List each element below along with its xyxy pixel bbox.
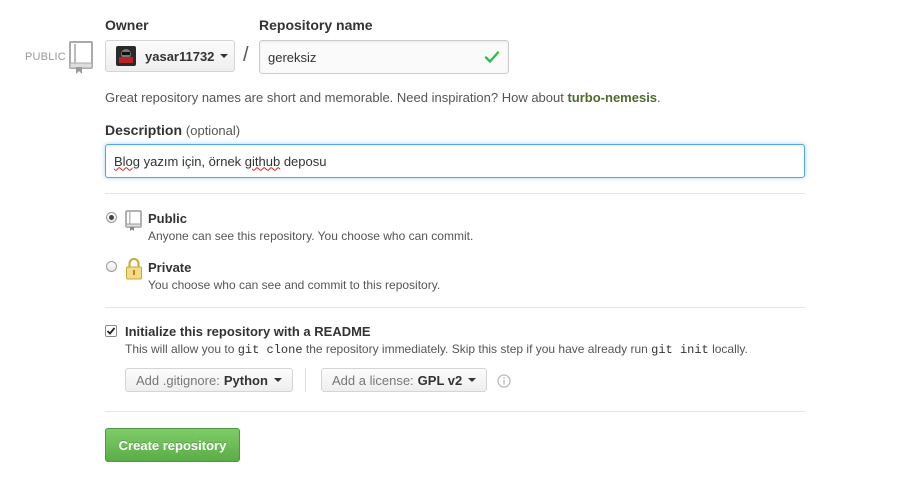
- owner-repo-separator: /: [243, 44, 249, 66]
- private-radio[interactable]: [106, 261, 117, 272]
- public-option-desc: Anyone can see this repository. You choo…: [148, 229, 474, 243]
- owner-label: Owner: [105, 17, 149, 33]
- lock-icon: [125, 257, 143, 281]
- public-option-title: Public: [148, 211, 188, 226]
- private-option-desc: You choose who can see and commit to thi…: [148, 278, 441, 292]
- divider: [105, 411, 805, 412]
- owner-username: yasar11732: [145, 48, 215, 64]
- check-icon: [106, 327, 116, 335]
- chevron-down-icon: [273, 378, 282, 382]
- license-select[interactable]: Add a license: GPL v2: [321, 368, 488, 392]
- repo-icon: [125, 210, 143, 232]
- divider: [105, 193, 805, 194]
- chevron-down-icon: [220, 54, 229, 58]
- repo-name-input[interactable]: gereksiz: [259, 40, 509, 74]
- readme-title: Initialize this repository with a README: [125, 324, 371, 339]
- chevron-down-icon: [468, 378, 477, 382]
- repo-name-value: gereksiz: [268, 49, 317, 65]
- create-repository-button[interactable]: Create repository: [105, 428, 240, 462]
- public-radio[interactable]: [106, 212, 117, 223]
- divider: [105, 307, 805, 308]
- readme-checkbox[interactable]: [105, 325, 117, 337]
- owner-select-button[interactable]: yasar11732: [105, 40, 235, 72]
- description-value: Blog yazım için, örnek github deposu: [114, 153, 327, 169]
- avatar: [116, 46, 136, 66]
- gitignore-select[interactable]: Add .gitignore: Python: [125, 368, 293, 392]
- description-label: Description (optional): [105, 122, 241, 138]
- select-separator: [305, 368, 306, 392]
- repo-icon: [68, 41, 94, 75]
- description-input[interactable]: Blog yazım için, örnek github deposu: [105, 144, 805, 178]
- info-icon[interactable]: [497, 374, 511, 388]
- repo-name-label: Repository name: [259, 17, 373, 33]
- readme-desc: This will allow you to git clone the rep…: [125, 342, 748, 357]
- repo-name-hint: Great repository names are short and mem…: [105, 90, 661, 105]
- name-suggestion[interactable]: turbo-nemesis: [567, 90, 657, 105]
- visibility-badge: PUBLIC: [25, 51, 66, 63]
- private-option-title: Private: [148, 260, 192, 275]
- check-icon: [484, 49, 500, 65]
